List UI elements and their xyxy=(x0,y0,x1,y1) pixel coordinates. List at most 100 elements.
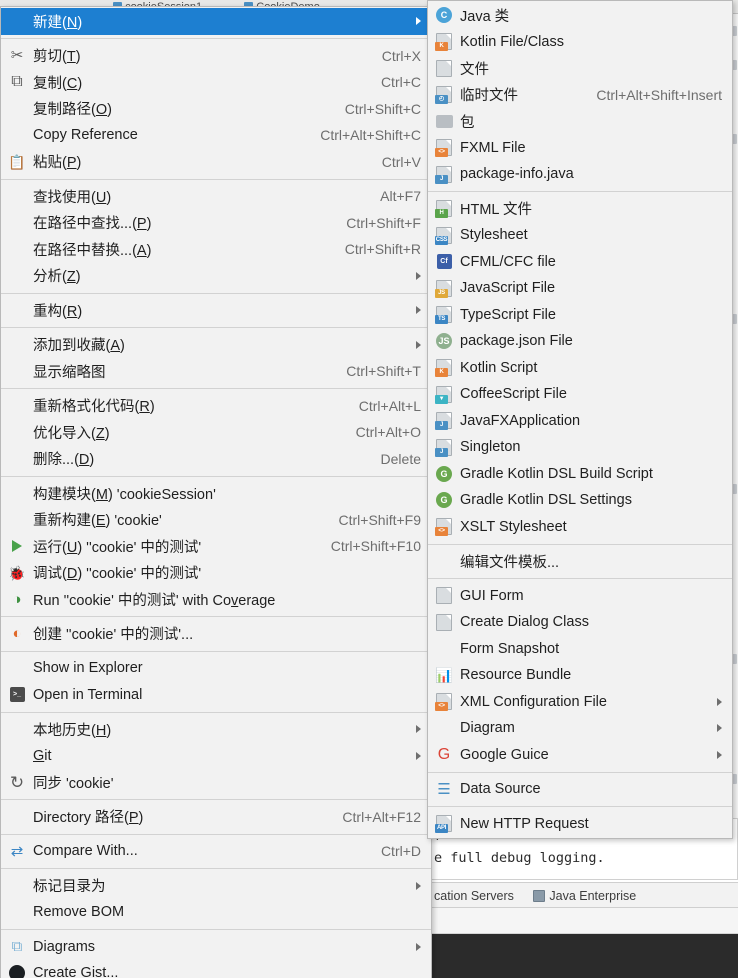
new-submenu-item-临时文件[interactable]: ◴ 临时文件 Ctrl+Alt+Shift+Insert xyxy=(428,82,732,109)
status-strip xyxy=(432,908,738,934)
no-icon xyxy=(1,266,33,286)
context-menu-item-重构-r[interactable]: 重构(R) xyxy=(1,297,431,324)
context-menu-item-重新格式化代码-r[interactable]: 重新格式化代码(R) Ctrl+Alt+L xyxy=(1,393,431,420)
menu-separator xyxy=(1,475,431,477)
new-submenu-item-form-snapshot[interactable]: Form Snapshot xyxy=(428,636,732,663)
new-submenu-item-new-http-request[interactable]: API New HTTP Request xyxy=(428,811,732,838)
new-submenu-item-resource-bundle[interactable]: 📊 Resource Bundle xyxy=(428,662,732,689)
new-submenu-item-java-类[interactable]: C Java 类 xyxy=(428,2,732,29)
context-menu-item-复制-c[interactable]: ⧉ 复制(C) Ctrl+C xyxy=(1,69,431,96)
context-menu-item-open-in-terminal[interactable]: >_ Open in Terminal xyxy=(1,682,431,709)
menu-item-label: XML Configuration File xyxy=(460,693,607,710)
new-submenu-item-包[interactable]: 包 xyxy=(428,108,732,135)
menu-item-label: TypeScript File xyxy=(460,306,556,323)
new-submenu-item-create-dialog-class[interactable]: Create Dialog Class xyxy=(428,609,732,636)
new-submenu-item-gradle-kotlin-dsl-build-script[interactable]: G Gradle Kotlin DSL Build Script xyxy=(428,461,732,488)
menu-item-label: 在路径中查找...(P) xyxy=(33,216,152,233)
menu-item-label: 显示缩略图 xyxy=(33,364,106,381)
context-menu-item-创建-cookie-中的测试[interactable]: ◐ 创建 ''cookie' 中的测试'... xyxy=(1,621,431,648)
context-menu-item-构建模块-m-cookiesession[interactable]: 构建模块(M) 'cookieSession' xyxy=(1,480,431,507)
context-menu-item-剪切-t[interactable]: ✂ 剪切(T) Ctrl+X xyxy=(1,43,431,70)
new-submenu-item-javafxapplication[interactable]: J JavaFXApplication xyxy=(428,408,732,435)
context-menu-item-copy-reference[interactable]: Copy Reference Ctrl+Alt+Shift+C xyxy=(1,122,431,149)
menu-item-label: 重新构建(E) 'cookie' xyxy=(33,513,162,530)
new-submenu-item-fxml-file[interactable]: <> FXML File xyxy=(428,135,732,162)
new-submenu-item-编辑文件模板[interactable]: 编辑文件模板... xyxy=(428,548,732,575)
context-menu-item-运行-u-cookie-中的测试[interactable]: 运行(U) ''cookie' 中的测试' Ctrl+Shift+F10 xyxy=(1,533,431,560)
context-menu-item-查找使用-u[interactable]: 查找使用(U) Alt+F7 xyxy=(1,183,431,210)
context-menu-item-重新构建-e-cookie[interactable]: 重新构建(E) 'cookie' Ctrl+Shift+F9 xyxy=(1,507,431,534)
menu-separator xyxy=(1,388,431,389)
new-submenu-item-xml-configuration-file[interactable]: <> XML Configuration File xyxy=(428,689,732,716)
tool-window-application-servers[interactable]: cation Servers xyxy=(434,889,514,903)
context-menu-item-diagrams[interactable]: ⧉ Diagrams xyxy=(1,934,431,961)
menu-item-label: 同步 'cookie' xyxy=(33,775,114,792)
kotlin-file-icon: K xyxy=(428,32,460,52)
new-submenu-item-javascript-file[interactable]: JS JavaScript File xyxy=(428,275,732,302)
new-submenu[interactable]: C Java 类 K Kotlin File/Class 文件 ◴ 临时文件 Ctrl+Alt… xyxy=(427,0,733,839)
context-menu-item-create-gist[interactable]: Create Gist... xyxy=(1,960,431,978)
new-submenu-item-coffeescript-file[interactable]: ▼ CoffeeScript File xyxy=(428,381,732,408)
context-menu-item-同步-cookie[interactable]: ↻ 同步 'cookie' xyxy=(1,769,431,796)
menu-item-label: 重构(R) xyxy=(33,303,83,320)
diagram-icon: ⧉ xyxy=(11,938,23,956)
java-class-icon: C xyxy=(428,5,460,25)
new-submenu-item-package-info-java[interactable]: Jpackage-info.java xyxy=(428,161,732,188)
no-icon xyxy=(428,551,460,571)
new-submenu-item-文件[interactable]: 文件 xyxy=(428,55,732,82)
menu-item-label: Copy Reference xyxy=(33,127,138,144)
context-menu-item-删除-d[interactable]: 删除...(D) Delete xyxy=(1,446,431,473)
menu-item-shortcut: Ctrl+C xyxy=(380,74,421,91)
new-submenu-item-kotlin-file-class[interactable]: K Kotlin File/Class xyxy=(428,29,732,56)
no-icon xyxy=(1,396,33,416)
tool-window-bar[interactable]: cation Servers Java Enterprise xyxy=(432,882,738,908)
context-menu-item-run-cookie-中的测试-with-coverage[interactable]: ◑ Run ''cookie' 中的测试' with Coverage xyxy=(1,586,431,613)
context-menu-item-在路径中替换-a[interactable]: 在路径中替换...(A) Ctrl+Shift+R xyxy=(1,236,431,263)
context-menu-item-directory-路径-p[interactable]: Directory 路径(P) Ctrl+Alt+F12 xyxy=(1,804,431,831)
context-menu-item-compare-with[interactable]: ⇄ Compare With... Ctrl+D xyxy=(1,838,431,865)
menu-item-label: 新建(N) xyxy=(33,14,83,31)
new-submenu-item-data-source[interactable]: ☰ Data Source xyxy=(428,776,732,803)
scissors-icon: ✂ xyxy=(10,47,24,65)
chevron-right-icon xyxy=(717,724,722,733)
xslt-file-icon: <> xyxy=(428,517,460,537)
tool-window-java-enterprise[interactable]: Java Enterprise xyxy=(549,889,636,903)
context-menu-item-添加到收藏-a[interactable]: 添加到收藏(A) xyxy=(1,332,431,359)
new-submenu-item-stylesheet[interactable]: CSS Stylesheet xyxy=(428,222,732,249)
new-submenu-item-gui-form[interactable]: GUI Form xyxy=(428,583,732,610)
context-menu-item-分析-z[interactable]: 分析(Z) xyxy=(1,263,431,290)
context-menu-item-优化导入-z[interactable]: 优化导入(Z) Ctrl+Alt+O xyxy=(1,419,431,446)
new-submenu-item-google-guice[interactable]: G Google Guice xyxy=(428,742,732,769)
context-menu-item-标记目录为[interactable]: 标记目录为 xyxy=(1,873,431,900)
menu-separator xyxy=(428,191,732,192)
menu-item-label: 剪切(T) xyxy=(33,49,81,66)
chevron-right-icon xyxy=(717,697,722,706)
context-menu-item-git[interactable]: Git xyxy=(1,743,431,770)
new-submenu-item-typescript-file[interactable]: TS TypeScript File xyxy=(428,302,732,329)
context-menu-item-remove-bom[interactable]: Remove BOM xyxy=(1,899,431,926)
no-icon xyxy=(1,449,33,469)
context-menu-item-新建-n[interactable]: 新建(N) xyxy=(1,8,431,35)
context-menu-item-调试-d-cookie-中的测试[interactable]: 🐞 调试(D) ''cookie' 中的测试' xyxy=(1,560,431,587)
new-submenu-item-gradle-kotlin-dsl-settings[interactable]: G Gradle Kotlin DSL Settings xyxy=(428,487,732,514)
gradle-icon: G xyxy=(428,490,460,510)
new-submenu-item-kotlin-script[interactable]: K Kotlin Script xyxy=(428,355,732,382)
menu-separator xyxy=(428,806,732,807)
context-menu-item-在路径中查找-p[interactable]: 在路径中查找...(P) Ctrl+Shift+F xyxy=(1,210,431,237)
context-menu-item-复制路径-o[interactable]: 复制路径(O) Ctrl+Shift+C xyxy=(1,96,431,123)
new-submenu-item-cfml-cfc-file[interactable]: Cf CFML/CFC file xyxy=(428,249,732,276)
context-menu-item-粘贴-p[interactable]: 📋 粘贴(P) Ctrl+V xyxy=(1,149,431,176)
context-menu-item-显示缩略图[interactable]: 显示缩略图 Ctrl+Shift+T xyxy=(1,358,431,385)
project-context-menu[interactable]: 新建(N) ✂ 剪切(T) Ctrl+X ⧉ 复制(C) Ctrl+C 复制路径(O) Ctrl… xyxy=(0,6,432,978)
new-submenu-item-diagram[interactable]: Diagram xyxy=(428,715,732,742)
new-submenu-item-html-文件[interactable]: H HTML 文件 xyxy=(428,196,732,223)
new-submenu-item-singleton[interactable]: J Singleton xyxy=(428,434,732,461)
menu-item-shortcut: Delete xyxy=(380,450,421,467)
context-menu-item-show-in-explorer[interactable]: Show in Explorer xyxy=(1,655,431,682)
new-submenu-item-package-json-file[interactable]: JS package.json File xyxy=(428,328,732,355)
menu-item-shortcut: Ctrl+Shift+C xyxy=(344,100,421,117)
xml-config-icon: <> xyxy=(428,692,460,712)
new-submenu-item-xslt-stylesheet[interactable]: <> XSLT Stylesheet xyxy=(428,514,732,541)
context-menu-item-本地历史-h[interactable]: 本地历史(H) xyxy=(1,716,431,743)
dialog-class-icon xyxy=(428,612,460,632)
